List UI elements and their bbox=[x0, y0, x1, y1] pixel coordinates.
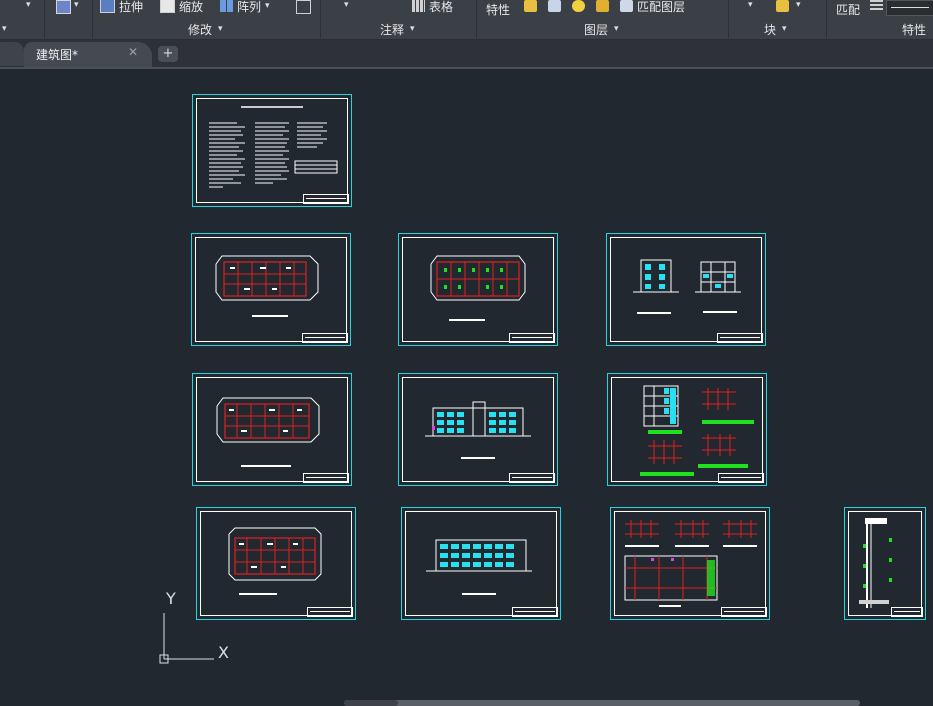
ucs-y-label: Y bbox=[166, 589, 176, 608]
panel-layers-label: 图层 bbox=[584, 22, 609, 37]
front-elevation-drawing bbox=[425, 401, 531, 459]
chevron-down-icon: ▾ bbox=[218, 24, 223, 34]
drawing-sheet-wall-section[interactable] bbox=[844, 507, 926, 620]
match-label: 匹配 bbox=[836, 2, 861, 17]
panel-properties-label: 特性 bbox=[902, 22, 927, 37]
array-button[interactable]: 阵列 ▾ bbox=[220, 0, 270, 14]
start-tab[interactable] bbox=[0, 42, 24, 66]
title-block bbox=[509, 473, 555, 483]
stretch-button[interactable]: 拉伸 bbox=[100, 0, 143, 14]
rear-elevation-drawing bbox=[426, 539, 532, 595]
layer-freeze-icon[interactable] bbox=[572, 0, 585, 12]
layer-lock-icon[interactable] bbox=[596, 0, 609, 12]
drawing-sheet-sections[interactable] bbox=[607, 373, 767, 486]
linetype-preview bbox=[891, 7, 929, 8]
stretch-icon bbox=[100, 0, 115, 13]
tab-drawing[interactable]: 建筑图* ✕ bbox=[24, 42, 152, 67]
panel-modify-label: 修改 bbox=[188, 22, 213, 37]
drawing-sheet-stair-details[interactable] bbox=[610, 507, 770, 620]
panel-properties[interactable]: 特性 bbox=[902, 21, 926, 37]
erase-icon[interactable] bbox=[296, 0, 311, 14]
panel-caret-icon[interactable]: ▾ bbox=[2, 24, 7, 34]
panel-block[interactable]: 块 ▾ bbox=[764, 21, 787, 37]
title-block bbox=[718, 473, 764, 483]
scale-button[interactable]: 缩放 bbox=[160, 0, 203, 14]
scrollbar-thumb[interactable] bbox=[344, 700, 398, 706]
match-layer-button[interactable]: 匹配图层 bbox=[620, 0, 685, 14]
title-block bbox=[891, 607, 923, 617]
ribbon: ▾ ▾ 拉伸 缩放 阵列 ▾ ▾ 表格 特性 匹配图层 ▾ ▾ 匹配 ▾ 修改 … bbox=[0, 0, 933, 40]
copy-dropdown-icon[interactable]: ▾ bbox=[74, 0, 79, 10]
title-block bbox=[721, 607, 767, 617]
stretch-label: 拉伸 bbox=[119, 0, 144, 14]
drawing-sheet-rear-elevation[interactable] bbox=[401, 507, 561, 620]
section-drawing bbox=[640, 385, 754, 476]
copy-tool-icon[interactable] bbox=[56, 0, 71, 14]
layer-isolate-icon[interactable] bbox=[548, 0, 561, 12]
drawing-sheet-front-elevation[interactable] bbox=[398, 373, 558, 486]
layer-on-icon[interactable] bbox=[524, 0, 537, 12]
scale-icon bbox=[160, 0, 175, 13]
side-elevation-drawing bbox=[633, 259, 741, 314]
title-block bbox=[303, 194, 349, 204]
ucs-x-label: X bbox=[218, 643, 229, 662]
match-layer-icon bbox=[620, 0, 633, 12]
drawing-sheet-side-elevations[interactable] bbox=[606, 233, 766, 346]
tab-drawing-label: 建筑图* bbox=[36, 48, 79, 62]
block-icon[interactable] bbox=[776, 0, 789, 12]
model-canvas[interactable]: Y X bbox=[0, 69, 933, 706]
linetype-icon[interactable] bbox=[870, 0, 883, 12]
title-block bbox=[512, 607, 558, 617]
table-label: 表格 bbox=[429, 0, 454, 14]
stair-detail-drawing bbox=[624, 520, 757, 607]
array-icon bbox=[220, 0, 233, 12]
ribbon-separator bbox=[826, 0, 827, 38]
properties-button[interactable]: 特性 bbox=[486, 1, 510, 17]
title-block bbox=[303, 473, 349, 483]
horizontal-scrollbar[interactable] bbox=[344, 700, 860, 706]
chevron-down-icon: ▾ bbox=[614, 24, 619, 34]
text-dropdown-icon[interactable]: ▾ bbox=[344, 0, 349, 10]
title-block bbox=[302, 333, 348, 343]
table-button[interactable]: 表格 bbox=[412, 0, 453, 14]
ribbon-separator bbox=[44, 0, 45, 38]
match-properties-button[interactable]: 匹配 bbox=[836, 1, 860, 17]
insert-dropdown-icon[interactable]: ▾ bbox=[748, 0, 753, 10]
scale-label: 缩放 bbox=[179, 0, 204, 14]
overflow-caret-icon[interactable]: ▾ bbox=[26, 0, 31, 10]
panel-annotate[interactable]: 注释 ▾ bbox=[380, 21, 415, 37]
match-layer-label: 匹配图层 bbox=[637, 0, 686, 14]
chevron-down-icon: ▾ bbox=[782, 24, 787, 34]
block-dropdown-icon[interactable]: ▾ bbox=[796, 0, 801, 10]
panel-block-label: 块 bbox=[764, 22, 777, 37]
linetype-select[interactable] bbox=[886, 0, 933, 16]
drawing-sheet-roof-plan[interactable] bbox=[398, 233, 558, 346]
array-dropdown-icon[interactable]: ▾ bbox=[265, 1, 270, 11]
panel-layers[interactable]: 图层 ▾ bbox=[584, 21, 619, 37]
ucs-icon bbox=[159, 613, 214, 664]
ribbon-separator bbox=[476, 0, 477, 38]
title-block bbox=[509, 333, 555, 343]
title-block bbox=[307, 607, 353, 617]
ribbon-separator bbox=[92, 0, 93, 38]
title-block bbox=[717, 333, 763, 343]
chevron-down-icon: ▾ bbox=[410, 24, 415, 34]
properties-label: 特性 bbox=[486, 2, 511, 17]
array-label: 阵列 bbox=[237, 0, 262, 14]
new-tab-button[interactable]: + bbox=[158, 46, 178, 62]
panel-modify[interactable]: 修改 ▾ bbox=[188, 21, 223, 37]
close-icon[interactable]: ✕ bbox=[128, 45, 138, 59]
roof-plan-drawing bbox=[430, 255, 526, 321]
ribbon-separator bbox=[320, 0, 321, 38]
table-icon bbox=[412, 0, 425, 12]
panel-annotate-label: 注释 bbox=[380, 22, 405, 37]
wall-section-drawing bbox=[859, 518, 892, 608]
document-tab-bar: 建筑图* ✕ + bbox=[0, 40, 933, 69]
ribbon-separator bbox=[728, 0, 729, 38]
